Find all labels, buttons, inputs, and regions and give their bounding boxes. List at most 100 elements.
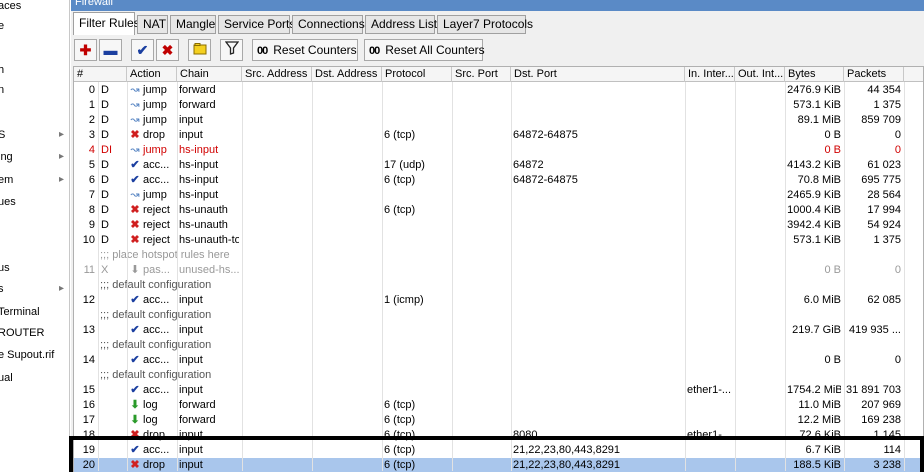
sidebar-item[interactable] — [0, 237, 69, 257]
tab-layer7-protocols[interactable]: Layer7 Protocols — [437, 15, 533, 34]
column-header[interactable]: Action — [127, 67, 177, 82]
column-header[interactable]: Out. Int... — [735, 67, 785, 82]
column-header[interactable]: Protocol — [382, 67, 452, 82]
table-row[interactable]: 2 D ↝ jump input 89.1 MiB 859 709 — [74, 113, 923, 128]
cell-action: ✔ acc... — [129, 293, 174, 308]
column-header[interactable]: In. Inter... — [685, 67, 735, 82]
sidebar-item[interactable]: us — [0, 258, 69, 278]
tab-connections[interactable]: Connections — [292, 15, 365, 34]
cell-dst — [314, 218, 379, 233]
sidebar-item[interactable] — [0, 103, 69, 123]
tab-filter-rules[interactable]: Filter Rules — [73, 12, 140, 35]
enable-icon[interactable]: ✔ — [131, 39, 154, 61]
sidebar-item[interactable]: ual — [0, 368, 69, 388]
sidebar-item[interactable] — [0, 39, 69, 59]
table-row[interactable]: 11 X ⬇ pas... unused-hs... 0 B 0 — [74, 263, 923, 278]
table-row[interactable]: 20 ✖ drop input 6 (tcp) 21,22,23,80,443,8291 1… — [74, 458, 923, 472]
table-row[interactable]: 5 D ✔ acc... hs-input 17 (udp) 64872 4143.2 KiB… — [74, 158, 923, 173]
table-row[interactable]: 15 ✔ acc... input ether1-... 1754.2 MiB 31 891… — [74, 383, 923, 398]
table-row[interactable]: 0 D ↝ jump forward 2476.9 KiB 44 354 — [74, 83, 923, 98]
sidebar-item[interactable]: h — [0, 60, 69, 80]
sidebar-item[interactable]: e Supout.rif — [0, 345, 69, 365]
column-header[interactable]: Chain — [177, 67, 242, 82]
add-icon[interactable]: ✚ — [74, 39, 97, 61]
table-row[interactable]: 8 D ✖ reject hs-unauth 6 (tcp) 1000.4 KiB 17 99… — [74, 203, 923, 218]
cell-flag: X — [101, 264, 109, 276]
tab-nat[interactable]: NAT — [137, 15, 168, 34]
remove-icon[interactable]: ▬ — [99, 39, 122, 61]
sidebar-item[interactable]: n — [0, 80, 69, 100]
sidebar-item[interactable]: em ▸ — [0, 170, 69, 190]
cell-protocol: 6 (tcp) — [384, 399, 416, 411]
table-row[interactable]: 12 ✔ acc... input 1 (icmp) 6.0 MiB 62 085 — [74, 293, 923, 308]
sidebar-item[interactable]: ues — [0, 192, 69, 212]
jump-icon: ↝ — [130, 99, 140, 111]
table-row[interactable]: 3 D ✖ drop input 6 (tcp) 64872-64875 0 B 0 — [74, 128, 923, 143]
disable-icon[interactable]: ✖ — [156, 39, 179, 61]
table-row[interactable]: 14 ✔ acc... input 0 B 0 — [74, 353, 923, 368]
comment-icon[interactable] — [188, 39, 211, 61]
cell-protocol — [384, 188, 449, 203]
column-header[interactable]: Src. Address — [242, 67, 312, 82]
action-label: drop — [143, 129, 166, 141]
cell-num: 4 — [88, 144, 95, 156]
reset-all-counters-button[interactable]: 00 Reset All Counters — [364, 39, 485, 61]
cell-dst-port — [513, 233, 682, 248]
submenu-arrow-icon: ▸ — [58, 151, 64, 162]
cell-protocol: 6 (tcp) — [384, 204, 416, 216]
cell-in-iface — [687, 113, 732, 128]
comment-row[interactable]: ;;; default configuration — [74, 308, 923, 323]
comment-row[interactable]: ;;; default configuration — [74, 278, 923, 293]
reset-counters-button[interactable]: 00 Reset Counters — [252, 39, 358, 61]
sidebar-item[interactable]: e — [0, 16, 69, 36]
cell-action: ⬇ pas... — [129, 263, 174, 278]
table-row[interactable]: 4 DI ↝ jump hs-input 0 B 0 — [74, 143, 923, 158]
table-row[interactable]: 6 D ✔ acc... hs-input 6 (tcp) 64872-64875 70.8 … — [74, 173, 923, 188]
column-header[interactable]: Dst. Address — [312, 67, 382, 82]
table-row[interactable]: 16 ⬇ log forward 6 (tcp) 11.0 MiB 207 969 — [74, 398, 923, 413]
window-titlebar[interactable]: Firewall — [71, 0, 924, 11]
cell-out — [737, 128, 782, 143]
cell-num: 17 — [82, 414, 95, 426]
table-row[interactable]: 10 D ✖ reject hs-unauth-to 573.1 KiB 1 375 — [74, 233, 923, 248]
comment-row[interactable]: ;;; place hotspot rules here — [74, 248, 923, 263]
sidebar-item[interactable]: S▸ — [0, 125, 69, 145]
comment-row[interactable]: ;;; default configuration — [74, 368, 923, 383]
cell-dst — [314, 143, 379, 158]
cell-action: ✔ acc... — [129, 173, 174, 188]
comment-row[interactable]: ;;; default configuration — [74, 338, 923, 353]
sidebar-item-label: n — [0, 80, 4, 100]
table-row[interactable]: 9 D ✖ reject hs-unauth 3942.4 KiB 54 924 — [74, 218, 923, 233]
cell-chain: input — [179, 384, 203, 396]
table-row[interactable]: 19 ✔ acc... input 6 (tcp) 21,22,23,80,443,829… — [74, 443, 923, 458]
column-header[interactable]: Packets — [844, 67, 904, 82]
column-header[interactable]: # — [74, 67, 127, 82]
sidebar-item[interactable]: aces — [0, 0, 69, 16]
action-label: log — [143, 399, 158, 411]
sidebar-item[interactable]: Terminal — [0, 302, 69, 322]
action-label: reject — [143, 234, 170, 246]
column-header[interactable]: Bytes — [785, 67, 844, 82]
tab-mangle[interactable]: Mangle — [170, 15, 216, 34]
tab-address-lists[interactable]: Address Lists — [365, 15, 443, 34]
sidebar-item[interactable] — [0, 215, 69, 235]
sidebar-item[interactable]: ing ▸ — [0, 147, 69, 167]
table-row[interactable]: 13 ✔ acc... input 219.7 GiB 419 935 ... — [74, 323, 923, 338]
table-row[interactable]: 17 ⬇ log forward 6 (tcp) 12.2 MiB 169 238 — [74, 413, 923, 428]
column-header[interactable]: Src. Port — [452, 67, 511, 82]
sidebar-item[interactable]: ROUTER — [0, 323, 69, 343]
cell-in-iface — [687, 413, 732, 428]
action-label: jump — [143, 189, 167, 201]
red-x-icon: ✖ — [130, 429, 140, 441]
window-title: Firewall — [75, 0, 113, 8]
column-divider — [382, 82, 383, 471]
filter-icon[interactable] — [220, 39, 243, 61]
table-row[interactable]: 7 D ↝ jump hs-input 2465.9 KiB 28 564 — [74, 188, 923, 203]
table-row[interactable]: 18 ✖ drop input 6 (tcp) 8080 ether1-... 72.6 Ki… — [74, 428, 923, 443]
sidebar-item[interactable]: s▸ — [0, 279, 69, 299]
cell-bytes: 0 B — [824, 129, 841, 141]
cell-flag: D — [101, 174, 109, 186]
tab-service-ports[interactable]: Service Ports — [218, 15, 295, 34]
column-header[interactable]: Dst. Port — [511, 67, 685, 82]
table-row[interactable]: 1 D ↝ jump forward 573.1 KiB 1 375 — [74, 98, 923, 113]
